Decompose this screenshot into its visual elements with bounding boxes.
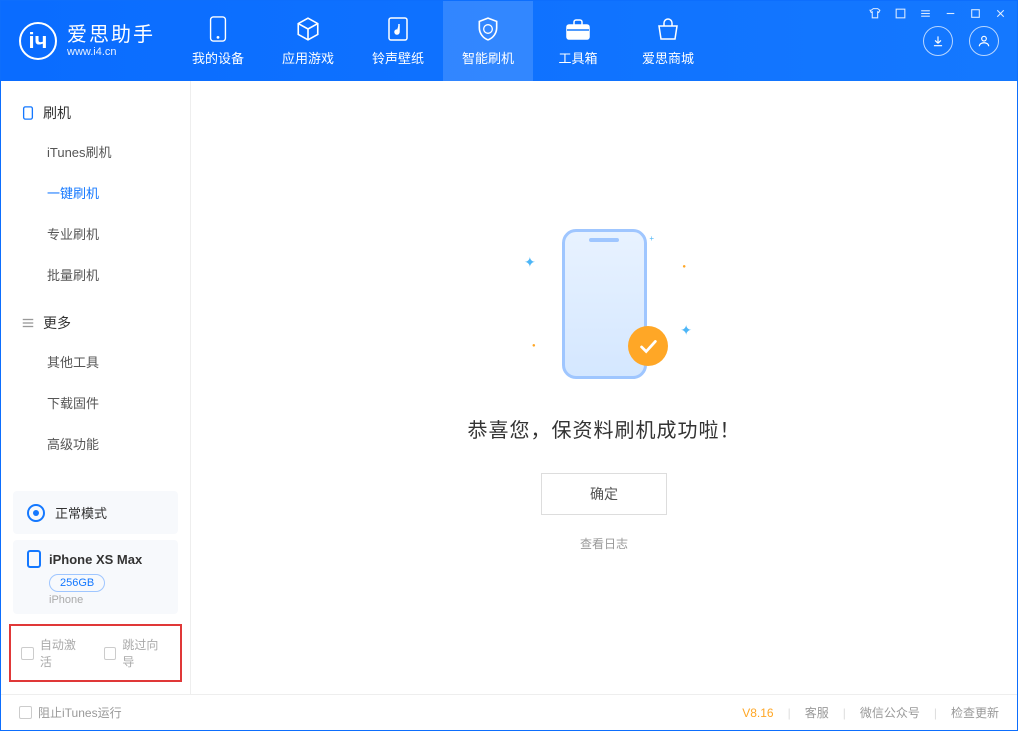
checkbox-label: 阻止iTunes运行	[38, 704, 122, 721]
footer-right: V8.16 | 客服 | 微信公众号 | 检查更新	[742, 704, 999, 721]
tab-ringtones[interactable]: 铃声壁纸	[353, 1, 443, 81]
tab-label: 爱思商城	[642, 48, 694, 67]
check-badge-icon	[628, 326, 668, 366]
device-box[interactable]: iPhone XS Max 256GB iPhone	[13, 540, 178, 614]
sidebar-bottom: 正常模式 iPhone XS Max 256GB iPhone 自动激活	[1, 485, 190, 694]
auto-activate-checkbox[interactable]: 自动激活	[21, 636, 88, 670]
nav-item-pro-flash[interactable]: 专业刷机	[1, 213, 190, 254]
tab-label: 我的设备	[192, 48, 244, 67]
checkbox-icon	[19, 706, 32, 719]
checkbox-label: 自动激活	[40, 636, 88, 670]
mode-label: 正常模式	[55, 503, 107, 522]
nav-item-download-firmware[interactable]: 下载固件	[1, 382, 190, 423]
shirt-icon[interactable]	[869, 7, 882, 23]
nav-header-more[interactable]: 更多	[1, 301, 190, 341]
tab-toolbox[interactable]: 工具箱	[533, 1, 623, 81]
support-link[interactable]: 客服	[805, 704, 829, 721]
block-itunes-checkbox[interactable]: 阻止iTunes运行	[19, 704, 122, 721]
maximize-button[interactable]	[969, 7, 982, 23]
sparkle-icon: ●	[682, 264, 686, 270]
highlighted-checkboxes: 自动激活 跳过向导	[9, 624, 182, 682]
app-title: 爱思助手	[67, 24, 155, 46]
checkbox-icon	[104, 647, 117, 660]
view-log-link[interactable]: 查看日志	[580, 535, 628, 552]
checkbox-label: 跳过向导	[122, 636, 170, 670]
phone-outline-icon	[21, 106, 35, 120]
skin-icon[interactable]	[894, 7, 907, 23]
sparkle-icon: ✦	[680, 322, 692, 339]
main-content: ✦ ● ● ✦ + 恭喜您，保资料刷机成功啦！ 确定 查看日志	[191, 81, 1017, 694]
check-update-link[interactable]: 检查更新	[951, 704, 999, 721]
list-icon	[21, 316, 35, 330]
nav-header-flash[interactable]: 刷机	[1, 91, 190, 131]
cube-icon	[295, 16, 321, 42]
menu-icon[interactable]	[919, 7, 932, 23]
nav: 刷机 iTunes刷机 一键刷机 专业刷机 批量刷机 更多 其他工具 下载固件 …	[1, 81, 190, 480]
tab-my-device[interactable]: 我的设备	[173, 1, 263, 81]
close-button[interactable]	[994, 7, 1007, 23]
sparkle-icon: +	[649, 234, 654, 243]
target-icon	[27, 504, 45, 522]
sparkle-icon: ✦	[524, 254, 536, 271]
tab-label: 应用游戏	[282, 48, 334, 67]
music-file-icon	[385, 16, 411, 42]
footer: 阻止iTunes运行 V8.16 | 客服 | 微信公众号 | 检查更新	[1, 694, 1017, 730]
minimize-button[interactable]	[944, 7, 957, 23]
nav-item-itunes-flash[interactable]: iTunes刷机	[1, 131, 190, 172]
version-label: V8.16	[742, 706, 773, 720]
nav-item-batch-flash[interactable]: 批量刷机	[1, 254, 190, 295]
tab-flash[interactable]: 智能刷机	[443, 1, 533, 81]
nav-header-label: 刷机	[43, 103, 71, 123]
ok-button[interactable]: 确定	[541, 473, 667, 515]
tab-store[interactable]: 爱思商城	[623, 1, 713, 81]
phone-icon	[27, 550, 41, 568]
success-illustration: ✦ ● ● ✦ +	[504, 224, 704, 384]
tab-label: 铃声壁纸	[372, 48, 424, 67]
nav-section-flash: 刷机 iTunes刷机 一键刷机 专业刷机 批量刷机	[1, 91, 190, 295]
toolbox-icon	[565, 16, 591, 42]
nav-item-other-tools[interactable]: 其他工具	[1, 341, 190, 382]
user-button[interactable]	[969, 26, 999, 56]
nav-item-oneclick-flash[interactable]: 一键刷机	[1, 172, 190, 213]
storage-badge: 256GB	[49, 574, 105, 592]
window-controls	[869, 7, 1007, 23]
body: 刷机 iTunes刷机 一键刷机 专业刷机 批量刷机 更多 其他工具 下载固件 …	[1, 81, 1017, 694]
device-icon	[205, 16, 231, 42]
success-message: 恭喜您，保资料刷机成功啦！	[468, 414, 741, 443]
logo-section: iч 爱思助手 www.i4.cn	[1, 1, 173, 81]
shield-refresh-icon	[475, 16, 501, 42]
device-name: iPhone XS Max	[49, 552, 142, 567]
wechat-link[interactable]: 微信公众号	[860, 704, 920, 721]
tab-apps[interactable]: 应用游戏	[263, 1, 353, 81]
nav-section-more: 更多 其他工具 下载固件 高级功能	[1, 301, 190, 464]
device-type: iPhone	[49, 594, 164, 606]
tab-label: 智能刷机	[462, 48, 514, 67]
nav-header-label: 更多	[43, 313, 71, 333]
download-button[interactable]	[923, 26, 953, 56]
app-window: iч 爱思助手 www.i4.cn 我的设备 应用游戏	[0, 0, 1018, 731]
main-tabs: 我的设备 应用游戏 铃声壁纸 智能刷机	[173, 1, 905, 81]
sparkle-icon: ●	[532, 343, 536, 349]
header: iч 爱思助手 www.i4.cn 我的设备 应用游戏	[1, 1, 1017, 81]
app-subtitle: www.i4.cn	[67, 46, 155, 58]
store-icon	[655, 16, 681, 42]
checkbox-icon	[21, 647, 34, 660]
sidebar: 刷机 iTunes刷机 一键刷机 专业刷机 批量刷机 更多 其他工具 下载固件 …	[1, 81, 191, 694]
nav-item-advanced[interactable]: 高级功能	[1, 423, 190, 464]
tab-label: 工具箱	[558, 48, 597, 67]
skip-guide-checkbox[interactable]: 跳过向导	[104, 636, 171, 670]
logo-icon: iч	[19, 22, 57, 60]
mode-box[interactable]: 正常模式	[13, 491, 178, 534]
